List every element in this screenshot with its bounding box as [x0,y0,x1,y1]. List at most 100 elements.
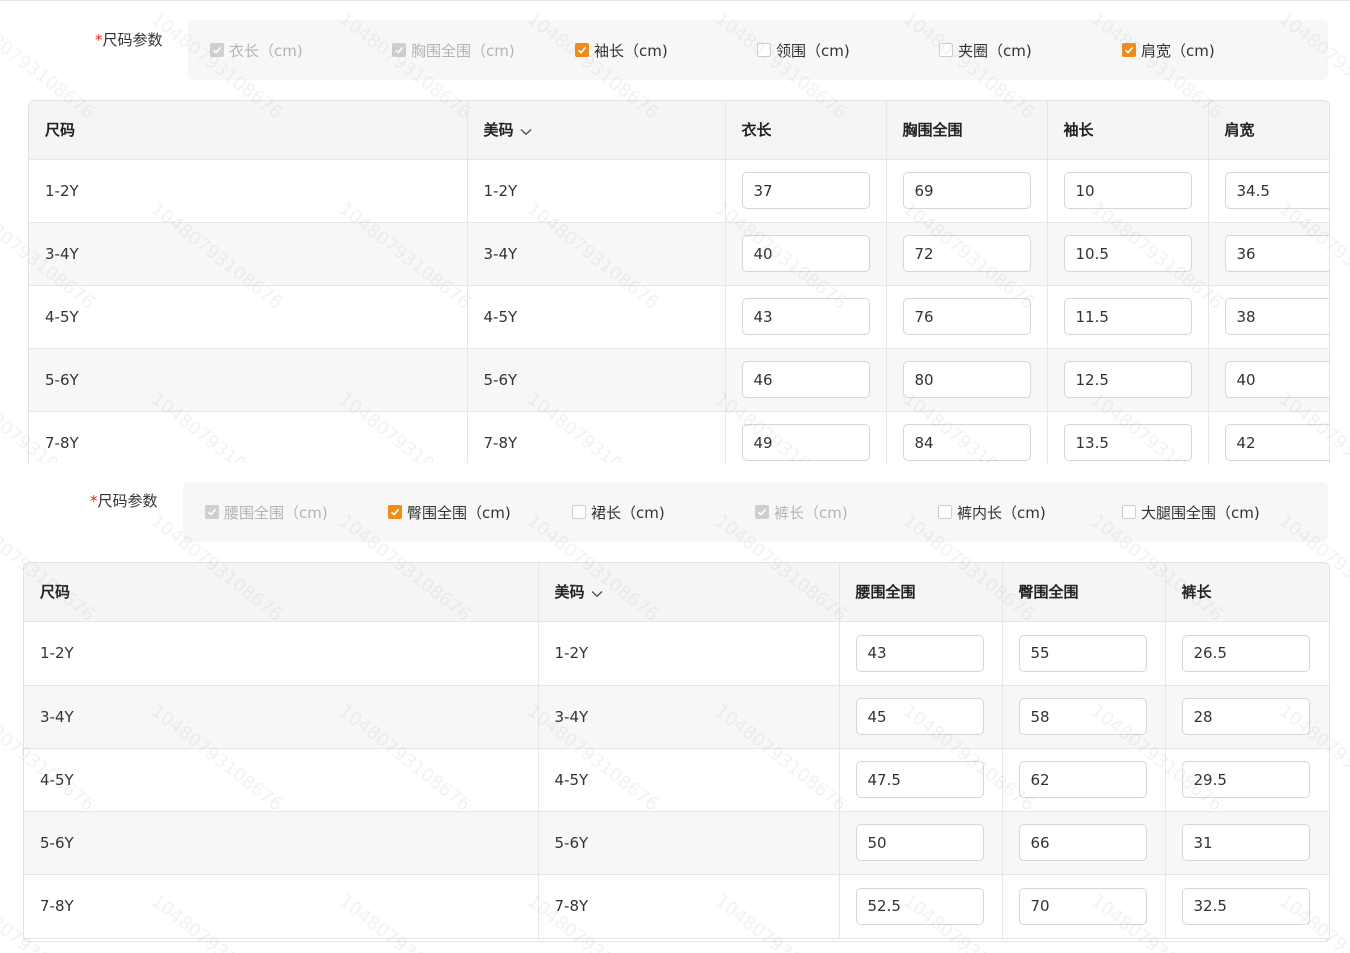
chest-input[interactable] [902,235,1031,272]
size-params-label-text: 尺码参数 [102,31,163,49]
col-header-us-size-label: 美码 [554,583,585,602]
checkbox-waist[interactable] [205,505,219,519]
check-icon [394,46,404,54]
option-sleeve[interactable]: 袖长（cm) [575,20,668,80]
size-cell: 5-6Y [24,811,539,875]
option-length[interactable]: 衣长（cm) [210,20,303,80]
option-shoulder-label: 肩宽（cm) [1141,41,1215,60]
length-input[interactable] [741,172,870,209]
us-size-cell: 1-2Y [538,621,840,686]
pants-length-input[interactable] [1181,761,1310,798]
chest-input[interactable] [902,361,1031,398]
table-row: 7-8Y 7-8Y [24,874,1329,939]
waist-input[interactable] [855,698,984,735]
waist-input[interactable] [855,887,984,925]
hip-input[interactable] [1018,634,1147,672]
checkbox-thigh[interactable] [1122,505,1136,519]
us-size-cell: 3-4Y [467,222,726,286]
measurement-options-bar: 衣长（cm) 胸围全围（cm) 袖长（cm) 领围（cm) 夹圈（cm) 肩宽（… [188,20,1328,80]
checkbox-neck[interactable] [757,43,771,57]
option-sleeve-label: 袖长（cm) [594,41,668,60]
table-row: 4-5Y 4-5Y [24,748,1329,812]
option-inseam[interactable]: 裤内长（cm) [938,482,1046,542]
checkbox-skirt-length[interactable] [572,505,586,519]
option-skirt-length[interactable]: 裙长（cm) [572,482,665,542]
pants-length-input[interactable] [1181,698,1310,735]
table-row: 1-2Y 1-2Y [29,159,1329,223]
upper-size-table: 尺码 美码 衣长 胸围全围 袖长 肩宽 1-2Y 1-2Y 37 69 10 3… [29,101,1329,464]
length-input[interactable] [741,361,870,398]
col-header-chest: 胸围全围 [886,101,1048,160]
checkbox-shoulder[interactable] [1122,43,1136,57]
option-chest[interactable]: 胸围全围（cm) [392,20,515,80]
option-waist[interactable]: 腰围全围（cm) [205,482,328,542]
chest-input[interactable] [902,424,1031,461]
pants-length-input[interactable] [1181,887,1310,925]
us-size-cell: 4-5Y [538,748,840,812]
check-icon [207,508,217,516]
col-header-size: 尺码 [24,563,539,622]
option-pants-length-label: 裤长（cm) [774,503,848,522]
option-shoulder[interactable]: 肩宽（cm) [1122,20,1215,80]
checkbox-length[interactable] [210,43,224,57]
hip-input[interactable] [1018,824,1147,861]
sleeve-input[interactable] [1063,235,1192,272]
sleeve-input[interactable] [1063,361,1192,398]
shoulder-input[interactable] [1224,361,1329,398]
shoulder-input[interactable] [1224,424,1329,461]
length-input[interactable] [741,298,870,335]
us-size-cell: 7-8Y [538,874,840,939]
table-row: 5-6Y 5-6Y [29,348,1329,412]
measurement-options-bar: 腰围全围（cm) 臀围全围（cm) 裙长（cm) 裤长（cm) 裤内长（cm) … [183,482,1328,542]
pants-length-input[interactable] [1181,824,1310,861]
waist-input[interactable] [855,761,984,798]
size-cell: 3-4Y [29,222,468,286]
hip-input[interactable] [1018,698,1147,735]
waist-input[interactable] [855,634,984,672]
shoulder-input[interactable] [1224,298,1329,335]
option-pants-length[interactable]: 裤长（cm) [755,482,848,542]
size-cell: 7-8Y [24,874,539,939]
col-header-size: 尺码 [29,101,468,160]
chest-input[interactable] [902,172,1031,209]
chest-input[interactable] [902,298,1031,335]
check-icon [577,46,587,54]
pants-length-input[interactable] [1181,634,1310,672]
col-header-us-size[interactable]: 美码 [538,563,840,622]
checkbox-hip[interactable] [388,505,402,519]
length-input[interactable] [741,424,870,461]
checkbox-inseam[interactable] [938,505,952,519]
size-cell: 5-6Y [29,348,468,412]
chevron-down-icon[interactable] [520,122,532,140]
chevron-down-icon[interactable] [591,584,603,602]
option-armhole-label: 夹圈（cm) [958,41,1032,60]
option-neck[interactable]: 领围（cm) [757,20,850,80]
hip-input[interactable] [1018,761,1147,798]
sleeve-input[interactable] [1063,424,1192,461]
size-params-label: *尺码参数 [95,29,163,50]
waist-input[interactable] [855,824,984,861]
sleeve-input[interactable] [1063,298,1192,335]
size-params-label: *尺码参数 [90,490,158,511]
option-armhole[interactable]: 夹圈（cm) [939,20,1032,80]
lower-size-table: 尺码 美码 腰围全围 臀围全围 裤长 1-2Y 1-2Y 3-4Y 3-4 [24,563,1329,939]
size-cell: 1-2Y [24,621,539,686]
shoulder-input[interactable] [1224,172,1329,209]
sleeve-input[interactable] [1063,172,1192,209]
col-header-us-size[interactable]: 美码 [467,101,726,160]
checkbox-armhole[interactable] [939,43,953,57]
option-thigh[interactable]: 大腿围全围（cm) [1122,482,1260,542]
option-hip[interactable]: 臀围全围（cm) [388,482,511,542]
col-header-waist: 腰围全围 [839,563,1003,622]
checkbox-sleeve[interactable] [575,43,589,57]
shoulder-input[interactable] [1224,235,1329,272]
hip-input[interactable] [1018,887,1147,925]
col-header-hip: 臀围全围 [1002,563,1166,622]
option-inseam-label: 裤内长（cm) [957,503,1046,522]
col-header-us-size-label: 美码 [483,121,514,140]
option-skirt-length-label: 裙长（cm) [591,503,665,522]
checkbox-chest[interactable] [392,43,406,57]
upper-size-panel: *尺码参数 衣长（cm) 胸围全围（cm) 袖长（cm) 领围（cm) 夹圈（c… [0,0,1350,464]
length-input[interactable] [741,235,870,272]
checkbox-pants-length[interactable] [755,505,769,519]
